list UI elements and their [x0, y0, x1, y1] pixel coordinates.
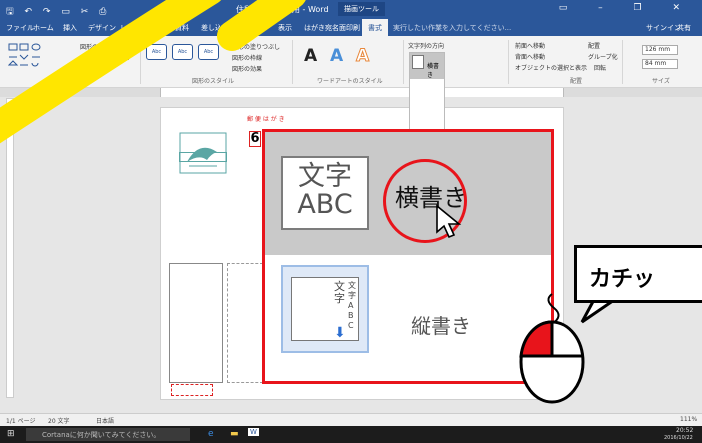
cortana-search-box[interactable]: Cortanaに何か聞いてみてください。	[26, 428, 190, 441]
page-count[interactable]: 1/1 ページ	[6, 416, 35, 425]
windows-start-icon[interactable]: ⊞	[7, 429, 15, 439]
windows-taskbar: ⊞ Cortanaに何か聞いてみてください。 e ▬ W 20:52 2016/…	[0, 426, 702, 443]
zoom-level[interactable]: 111%	[680, 416, 697, 423]
decorative-stroke	[0, 0, 306, 144]
clock-time: 20:52	[676, 427, 694, 434]
status-bar: 1/1 ページ 20 文字 日本語 111%	[0, 413, 702, 426]
clock-date: 2016/10/22	[664, 435, 693, 441]
edge-icon[interactable]: e	[208, 429, 214, 439]
word-app-icon[interactable]: W	[248, 428, 259, 436]
explorer-icon[interactable]: ▬	[230, 429, 239, 439]
word-count[interactable]: 20 文字	[48, 416, 70, 425]
language-indicator[interactable]: 日本語	[96, 416, 114, 425]
